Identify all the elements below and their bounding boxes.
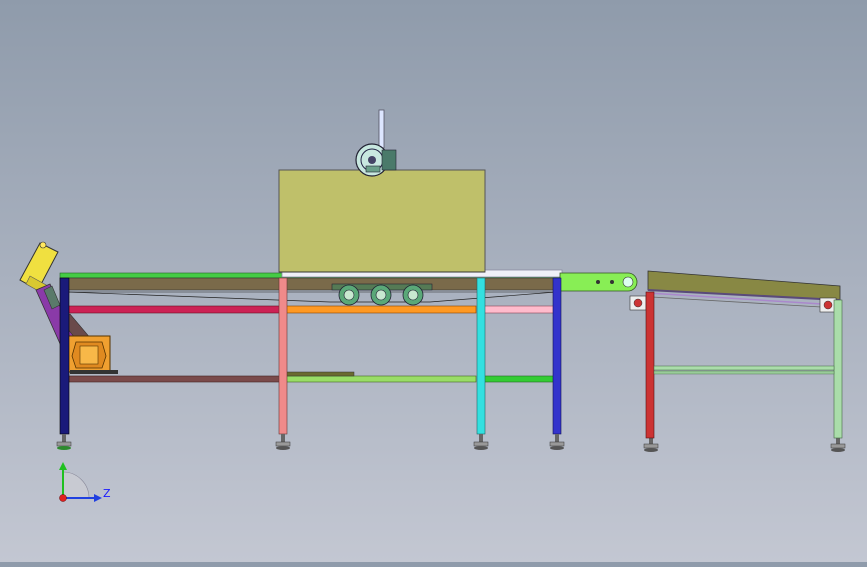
hood-box — [278, 169, 486, 273]
outfeed-leg-2 — [833, 299, 843, 439]
roller-1 — [338, 284, 360, 306]
handwheel-assembly[interactable] — [355, 109, 397, 177]
leg-1 — [59, 277, 70, 435]
leg-3 — [476, 277, 486, 435]
cad-viewport[interactable]: Z — [0, 0, 867, 562]
z-axis-label: Z — [103, 487, 111, 500]
coordinate-triad[interactable]: Z — [59, 462, 111, 502]
leg-4 — [552, 277, 562, 435]
discharge-head — [559, 272, 638, 292]
leveling-feet — [56, 434, 846, 452]
assembly-drawing: Z — [19, 109, 846, 502]
x-axis-icon — [59, 494, 67, 502]
handwheel-shaft — [378, 109, 385, 149]
roller-2 — [370, 284, 392, 306]
leg-2 — [278, 277, 288, 435]
drive-motor — [67, 335, 118, 374]
roller-carriages — [331, 283, 433, 306]
roller-3 — [402, 284, 424, 306]
triad-quadrant — [62, 471, 90, 499]
outfeed-conveyor — [629, 270, 843, 439]
outfeed-leg-1 — [645, 291, 655, 439]
main-conveyor-rails — [59, 269, 563, 383]
